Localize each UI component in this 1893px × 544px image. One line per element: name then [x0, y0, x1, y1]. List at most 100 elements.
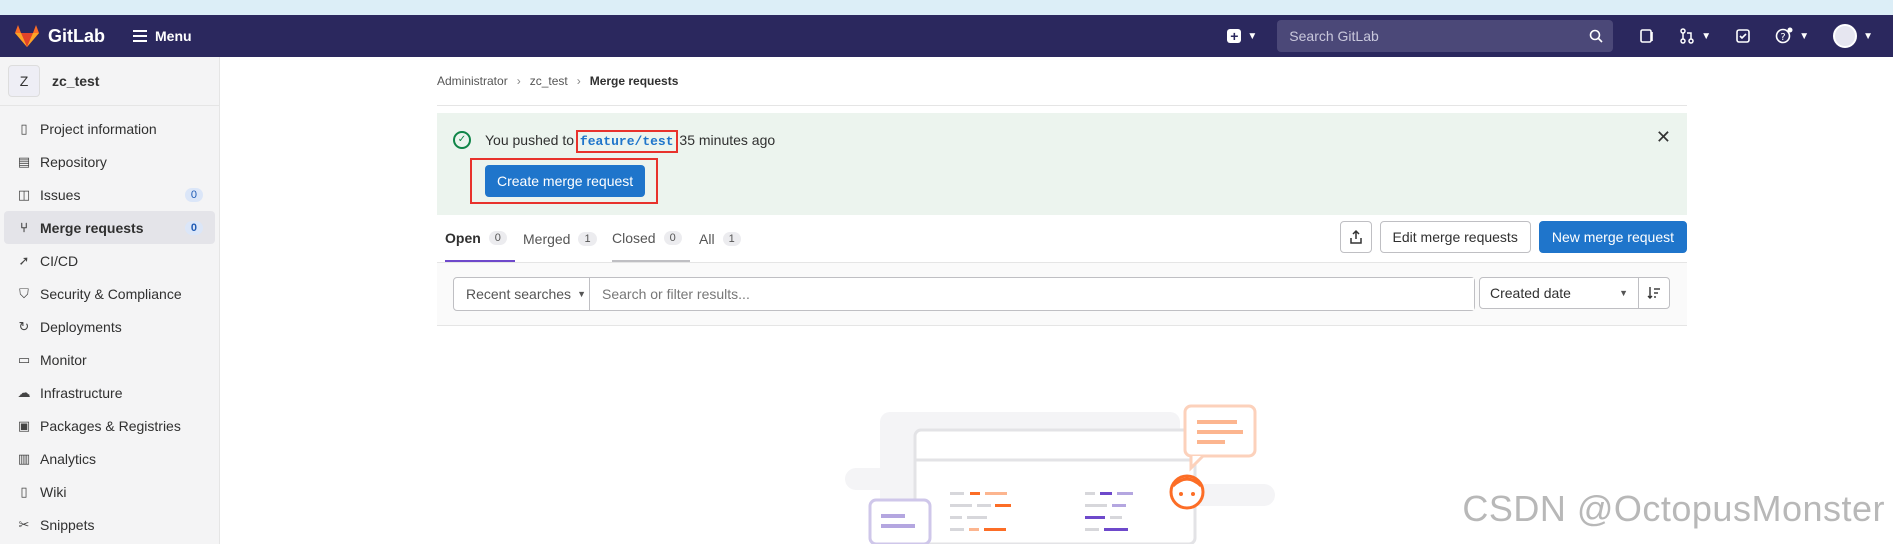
sidebar-item-label: Issues: [40, 186, 81, 203]
sidebar-item-label: Deployments: [40, 318, 122, 335]
count-badge: 0: [184, 187, 203, 202]
mr-actions: Edit merge requests New merge request: [1332, 221, 1687, 253]
filtered-search: Recent searches ▼: [453, 277, 1475, 311]
sidebar-item-label: Infrastructure: [40, 384, 123, 401]
mr-tabs: Open 0 Merged 1 Closed 0 All 1 Edit merg…: [437, 215, 1687, 263]
breadcrumb-item-administrator[interactable]: Administrator: [437, 74, 508, 88]
sidebar-project-header[interactable]: Z zc_test: [0, 57, 219, 106]
breadcrumb-chevron-icon: ›: [516, 74, 521, 88]
edit-merge-requests-button[interactable]: Edit merge requests: [1379, 221, 1531, 253]
empty-state-illustration: [845, 404, 1275, 544]
push-message: You pushed to feature/test 35 minutes ag…: [485, 130, 775, 153]
sidebar-item-project-information[interactable]: ▯ Project information: [4, 112, 215, 145]
filter-search-input[interactable]: [590, 278, 1474, 310]
top-navbar: GitLab Menu + ▼ ▼ ? ▼ ▼: [0, 15, 1893, 57]
tab-open[interactable]: Open 0: [445, 215, 515, 262]
close-icon[interactable]: ✕: [1656, 127, 1671, 148]
rocket-icon: ➚: [18, 252, 30, 268]
file-icon: ▤: [17, 153, 31, 169]
push-message-prefix: You pushed to: [485, 132, 575, 148]
sidebar-item-wiki[interactable]: ▯ Wiki: [4, 475, 215, 508]
sidebar-item-analytics[interactable]: ▥ Analytics: [4, 442, 215, 475]
chevron-down-icon: ▼: [1863, 30, 1873, 42]
menu-button[interactable]: Menu: [133, 27, 192, 45]
sidebar-item-label: Monitor: [40, 351, 87, 368]
breadcrumb-item-current[interactable]: Merge requests: [590, 74, 679, 88]
export-icon: [1349, 229, 1362, 244]
tab-merged[interactable]: Merged 1: [523, 215, 597, 262]
sidebar-item-label: Analytics: [40, 450, 97, 467]
avatar: [1833, 24, 1858, 48]
tab-count-badge: 0: [488, 230, 507, 245]
recent-searches-dropdown[interactable]: Recent searches ▼: [454, 278, 590, 310]
menu-label: Menu: [155, 28, 192, 44]
sidebar-item-issues[interactable]: ◫ Issues 0: [4, 178, 215, 211]
sidebar-item-merge-requests[interactable]: ⑂ Merge requests 0: [4, 211, 215, 244]
push-alert: ✓ You pushed to feature/test 35 minutes …: [437, 113, 1687, 215]
tab-label: Merged: [523, 230, 571, 247]
search-input[interactable]: [1287, 27, 1590, 45]
sidebar-item-label: CI/CD: [40, 252, 79, 269]
merge-request-icon: ⑂: [20, 220, 28, 235]
breadcrumb: Administrator › zc_test › Merge requests: [437, 57, 1687, 106]
tanuki-icon: [15, 25, 39, 47]
plus-square-icon: +: [1227, 29, 1242, 43]
book-icon: ▯: [20, 483, 28, 499]
sidebar-item-infrastructure[interactable]: ☁ Infrastructure: [4, 376, 215, 409]
sidebar-item-snippets[interactable]: ✂ Snippets: [4, 508, 215, 541]
merge-requests-nav-icon[interactable]: ▼: [1679, 28, 1711, 44]
sidebar-item-deployments[interactable]: ↻ Deployments: [4, 310, 215, 343]
chevron-down-icon: ▼: [1799, 30, 1810, 42]
sidebar-item-label: Security & Compliance: [40, 285, 182, 302]
chart-icon: ▥: [17, 450, 31, 466]
breadcrumb-item-project[interactable]: zc_test: [530, 74, 568, 88]
project-avatar: Z: [8, 65, 40, 97]
create-merge-request-button[interactable]: Create merge request: [485, 165, 646, 197]
tab-count-badge: 1: [722, 231, 741, 246]
sidebar-item-label: Project information: [40, 120, 157, 137]
cloud-icon: ☁: [17, 384, 31, 400]
todo-check-icon[interactable]: [1735, 28, 1751, 44]
gitlab-logo[interactable]: GitLab: [14, 24, 105, 48]
chevron-down-icon: ▼: [577, 289, 586, 299]
sidebar: Z zc_test ▯ Project information ▤ Reposi…: [0, 57, 220, 544]
new-merge-request-button[interactable]: New merge request: [1538, 221, 1687, 253]
sidebar-item-cicd[interactable]: ➚ CI/CD: [4, 244, 215, 277]
main-content: Administrator › zc_test › Merge requests…: [437, 57, 1687, 326]
count-badge: 0: [184, 220, 203, 235]
tab-label: All: [699, 230, 715, 247]
scissors-icon: ✂: [18, 516, 30, 532]
tab-closed[interactable]: Closed 0: [612, 215, 690, 262]
tab-count-badge: 0: [663, 230, 682, 245]
sort-dropdown[interactable]: Created date ▼: [1479, 277, 1639, 309]
monitor-icon: ▭: [17, 351, 31, 367]
sidebar-item-packages[interactable]: ▣ Packages & Registries: [4, 409, 215, 442]
tab-all[interactable]: All 1: [699, 215, 741, 262]
filter-bar: Recent searches ▼ Created date ▼: [437, 263, 1687, 326]
sidebar-item-label: Wiki: [40, 483, 67, 500]
user-menu[interactable]: ▼: [1833, 24, 1873, 48]
hamburger-icon: [133, 27, 147, 45]
watermark: CSDN @OctopusMonster: [1462, 488, 1885, 529]
chevron-down-icon: ▼: [1247, 30, 1258, 42]
info-doc-icon: ▯: [20, 120, 28, 136]
tab-count-badge: 1: [578, 231, 597, 246]
sidebar-item-repository[interactable]: ▤ Repository: [4, 145, 215, 178]
issues-todo-icon[interactable]: [1639, 28, 1655, 44]
branch-link[interactable]: feature/test: [575, 130, 678, 153]
search-icon: [1589, 29, 1603, 43]
search-box[interactable]: [1277, 20, 1614, 52]
chevron-down-icon: ▼: [1701, 30, 1712, 42]
export-button[interactable]: [1339, 221, 1372, 253]
help-icon[interactable]: ? ▼: [1775, 27, 1809, 45]
sidebar-item-monitor[interactable]: ▭ Monitor: [4, 343, 215, 376]
project-name: zc_test: [52, 73, 100, 89]
new-dropdown-button[interactable]: + ▼: [1227, 29, 1257, 43]
package-icon: ▣: [17, 417, 31, 433]
chevron-down-icon: ▼: [1619, 288, 1628, 298]
browser-strip: [0, 0, 1893, 15]
breadcrumb-chevron-icon: ›: [576, 74, 581, 88]
sort-direction-button[interactable]: [1638, 277, 1670, 309]
sidebar-item-security[interactable]: ⛉ Security & Compliance: [4, 277, 215, 310]
sidebar-item-label: Merge requests: [40, 219, 144, 236]
